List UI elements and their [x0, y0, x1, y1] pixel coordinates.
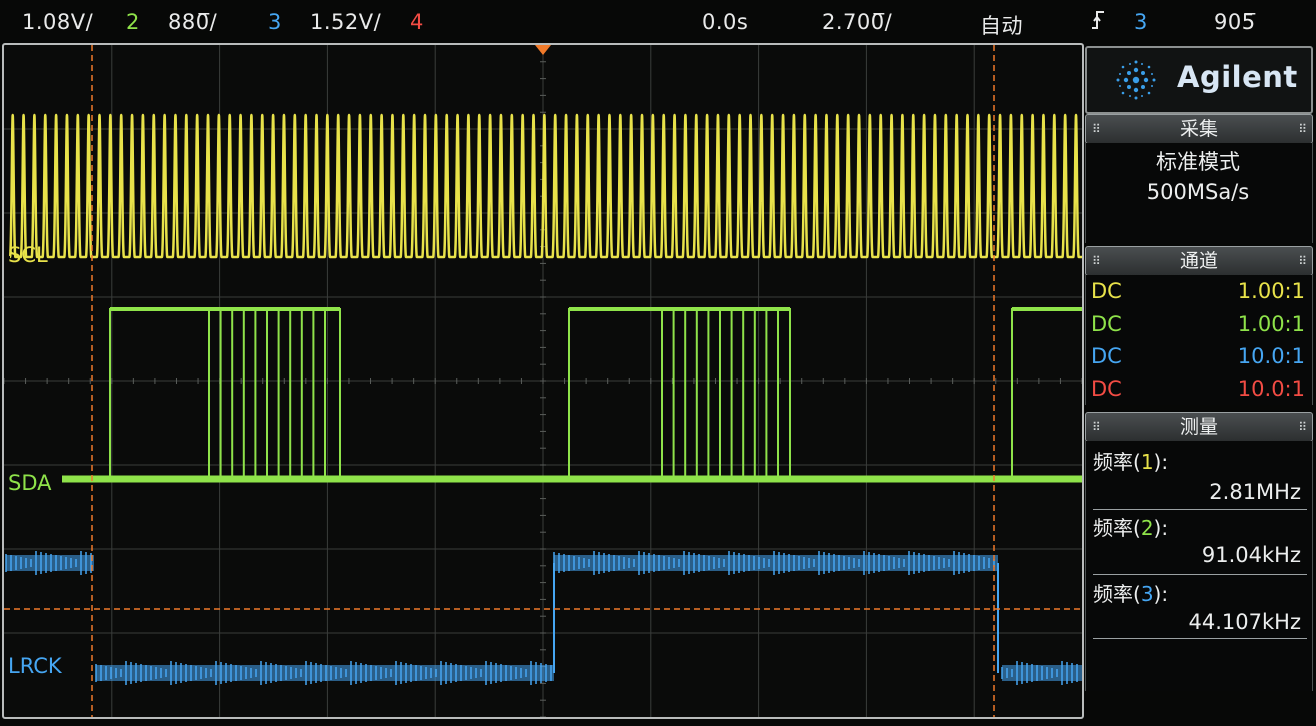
- trigger-position-marker: [535, 45, 551, 55]
- drag-handle-icon[interactable]: ⠿: [1092, 413, 1101, 441]
- ch4-coupling: DC: [1091, 377, 1122, 401]
- measurements-header[interactable]: ⠿ 测量 ⠿: [1085, 412, 1313, 442]
- ch3-probe: 10.0:1: [1237, 344, 1305, 368]
- ch1-label: SCL: [8, 243, 48, 267]
- trigger-source[interactable]: 3: [1134, 10, 1148, 34]
- ch2-scale[interactable]: 880̅/: [168, 10, 217, 34]
- waveform-canvas: [4, 45, 1082, 717]
- divider: [1093, 638, 1307, 639]
- brand-name: Agilent: [1177, 60, 1298, 94]
- drag-handle-icon[interactable]: ⠿: [1298, 247, 1307, 275]
- acquisition-mode: 标准模式: [1156, 150, 1240, 174]
- waveform-display[interactable]: SCL SDA LRCK: [2, 43, 1084, 719]
- meas-label-text: ):: [1153, 450, 1169, 474]
- divider: [1093, 509, 1307, 510]
- channels-title: 通道: [1179, 250, 1218, 272]
- drag-handle-icon[interactable]: ⠿: [1092, 247, 1101, 275]
- timebase-scale[interactable]: 2.700̅/: [822, 10, 892, 34]
- sda-burst: [1011, 308, 1082, 479]
- meas-label-text: ):: [1153, 516, 1169, 540]
- ch2-coupling: DC: [1091, 312, 1122, 336]
- ch1-probe: 1.00:1: [1237, 279, 1305, 303]
- meas-channel: 2: [1140, 516, 1154, 540]
- measurement-value-1: 2.81MHz: [1209, 480, 1301, 504]
- ch3-label: LRCK: [8, 654, 62, 678]
- meas-label-text: 频率(: [1093, 516, 1141, 540]
- measurement-label-3[interactable]: 频率(3):: [1093, 578, 1168, 607]
- ch4-number[interactable]: 4: [410, 10, 424, 34]
- drag-handle-icon[interactable]: ⠿: [1298, 115, 1307, 143]
- measurement-label-2[interactable]: 频率(2):: [1093, 512, 1168, 541]
- sda-burst: [109, 308, 341, 479]
- meas-label-text: 频率(: [1093, 582, 1141, 606]
- ch2-number[interactable]: 2: [126, 10, 140, 34]
- sda-burst: [568, 308, 791, 479]
- side-panel: Agilent ⠿ 采集 ⠿ 标准模式 500MSa/s ⠿ 通道 ⠿ DC 1…: [1085, 46, 1313, 708]
- channel-row-2[interactable]: DC 1.00:1: [1089, 312, 1305, 342]
- measurement-value-2: 91.04kHz: [1201, 543, 1301, 567]
- channel-row-1[interactable]: DC 1.00:1: [1089, 279, 1305, 309]
- brand-header: Agilent: [1085, 46, 1313, 114]
- ch3-number[interactable]: 3: [268, 10, 282, 34]
- ch3-scale[interactable]: 1.52V/: [310, 10, 381, 34]
- trigger-edge-icon: [1090, 8, 1106, 37]
- ch3-coupling: DC: [1091, 344, 1122, 368]
- meas-channel: 3: [1140, 582, 1154, 606]
- divider: [1093, 574, 1307, 575]
- meas-label-text: ):: [1153, 582, 1169, 606]
- channel-row-4[interactable]: DC 10.0:1: [1089, 377, 1305, 407]
- channel-row-3[interactable]: DC 10.0:1: [1089, 344, 1305, 374]
- meas-channel: 1: [1140, 450, 1154, 474]
- scl-trace: [8, 113, 1082, 259]
- meas-label-text: 频率(: [1093, 450, 1141, 474]
- lrck-high-band: [554, 555, 998, 571]
- acquisition-header[interactable]: ⠿ 采集 ⠿: [1085, 114, 1313, 144]
- trigger-level[interactable]: 905̅: [1214, 10, 1256, 34]
- measurement-label-1[interactable]: 频率(1):: [1093, 446, 1168, 475]
- ch2-label: SDA: [8, 471, 52, 495]
- status-bar: 1.08V/ 2 880̅/ 3 1.52V/ 4 0.0s 2.700̅/ 自…: [0, 0, 1316, 46]
- measurements-title: 测量: [1179, 416, 1218, 438]
- ch1-scale[interactable]: 1.08V/: [22, 10, 93, 34]
- acquisition-title: 采集: [1179, 118, 1218, 140]
- agilent-spark-logo-icon: [1116, 60, 1156, 100]
- horizontal-delay[interactable]: 0.0s: [702, 10, 748, 34]
- measurement-value-3: 44.107kHz: [1188, 610, 1301, 634]
- ch2-probe: 1.00:1: [1237, 312, 1305, 336]
- sample-rate: 500MSa/s: [1146, 180, 1250, 204]
- ch4-probe: 10.0:1: [1237, 377, 1305, 401]
- trigger-mode[interactable]: 自动: [980, 10, 1023, 40]
- drag-handle-icon[interactable]: ⠿: [1298, 413, 1307, 441]
- ch1-coupling: DC: [1091, 279, 1122, 303]
- channels-header[interactable]: ⠿ 通道 ⠿: [1085, 246, 1313, 276]
- drag-handle-icon[interactable]: ⠿: [1092, 115, 1101, 143]
